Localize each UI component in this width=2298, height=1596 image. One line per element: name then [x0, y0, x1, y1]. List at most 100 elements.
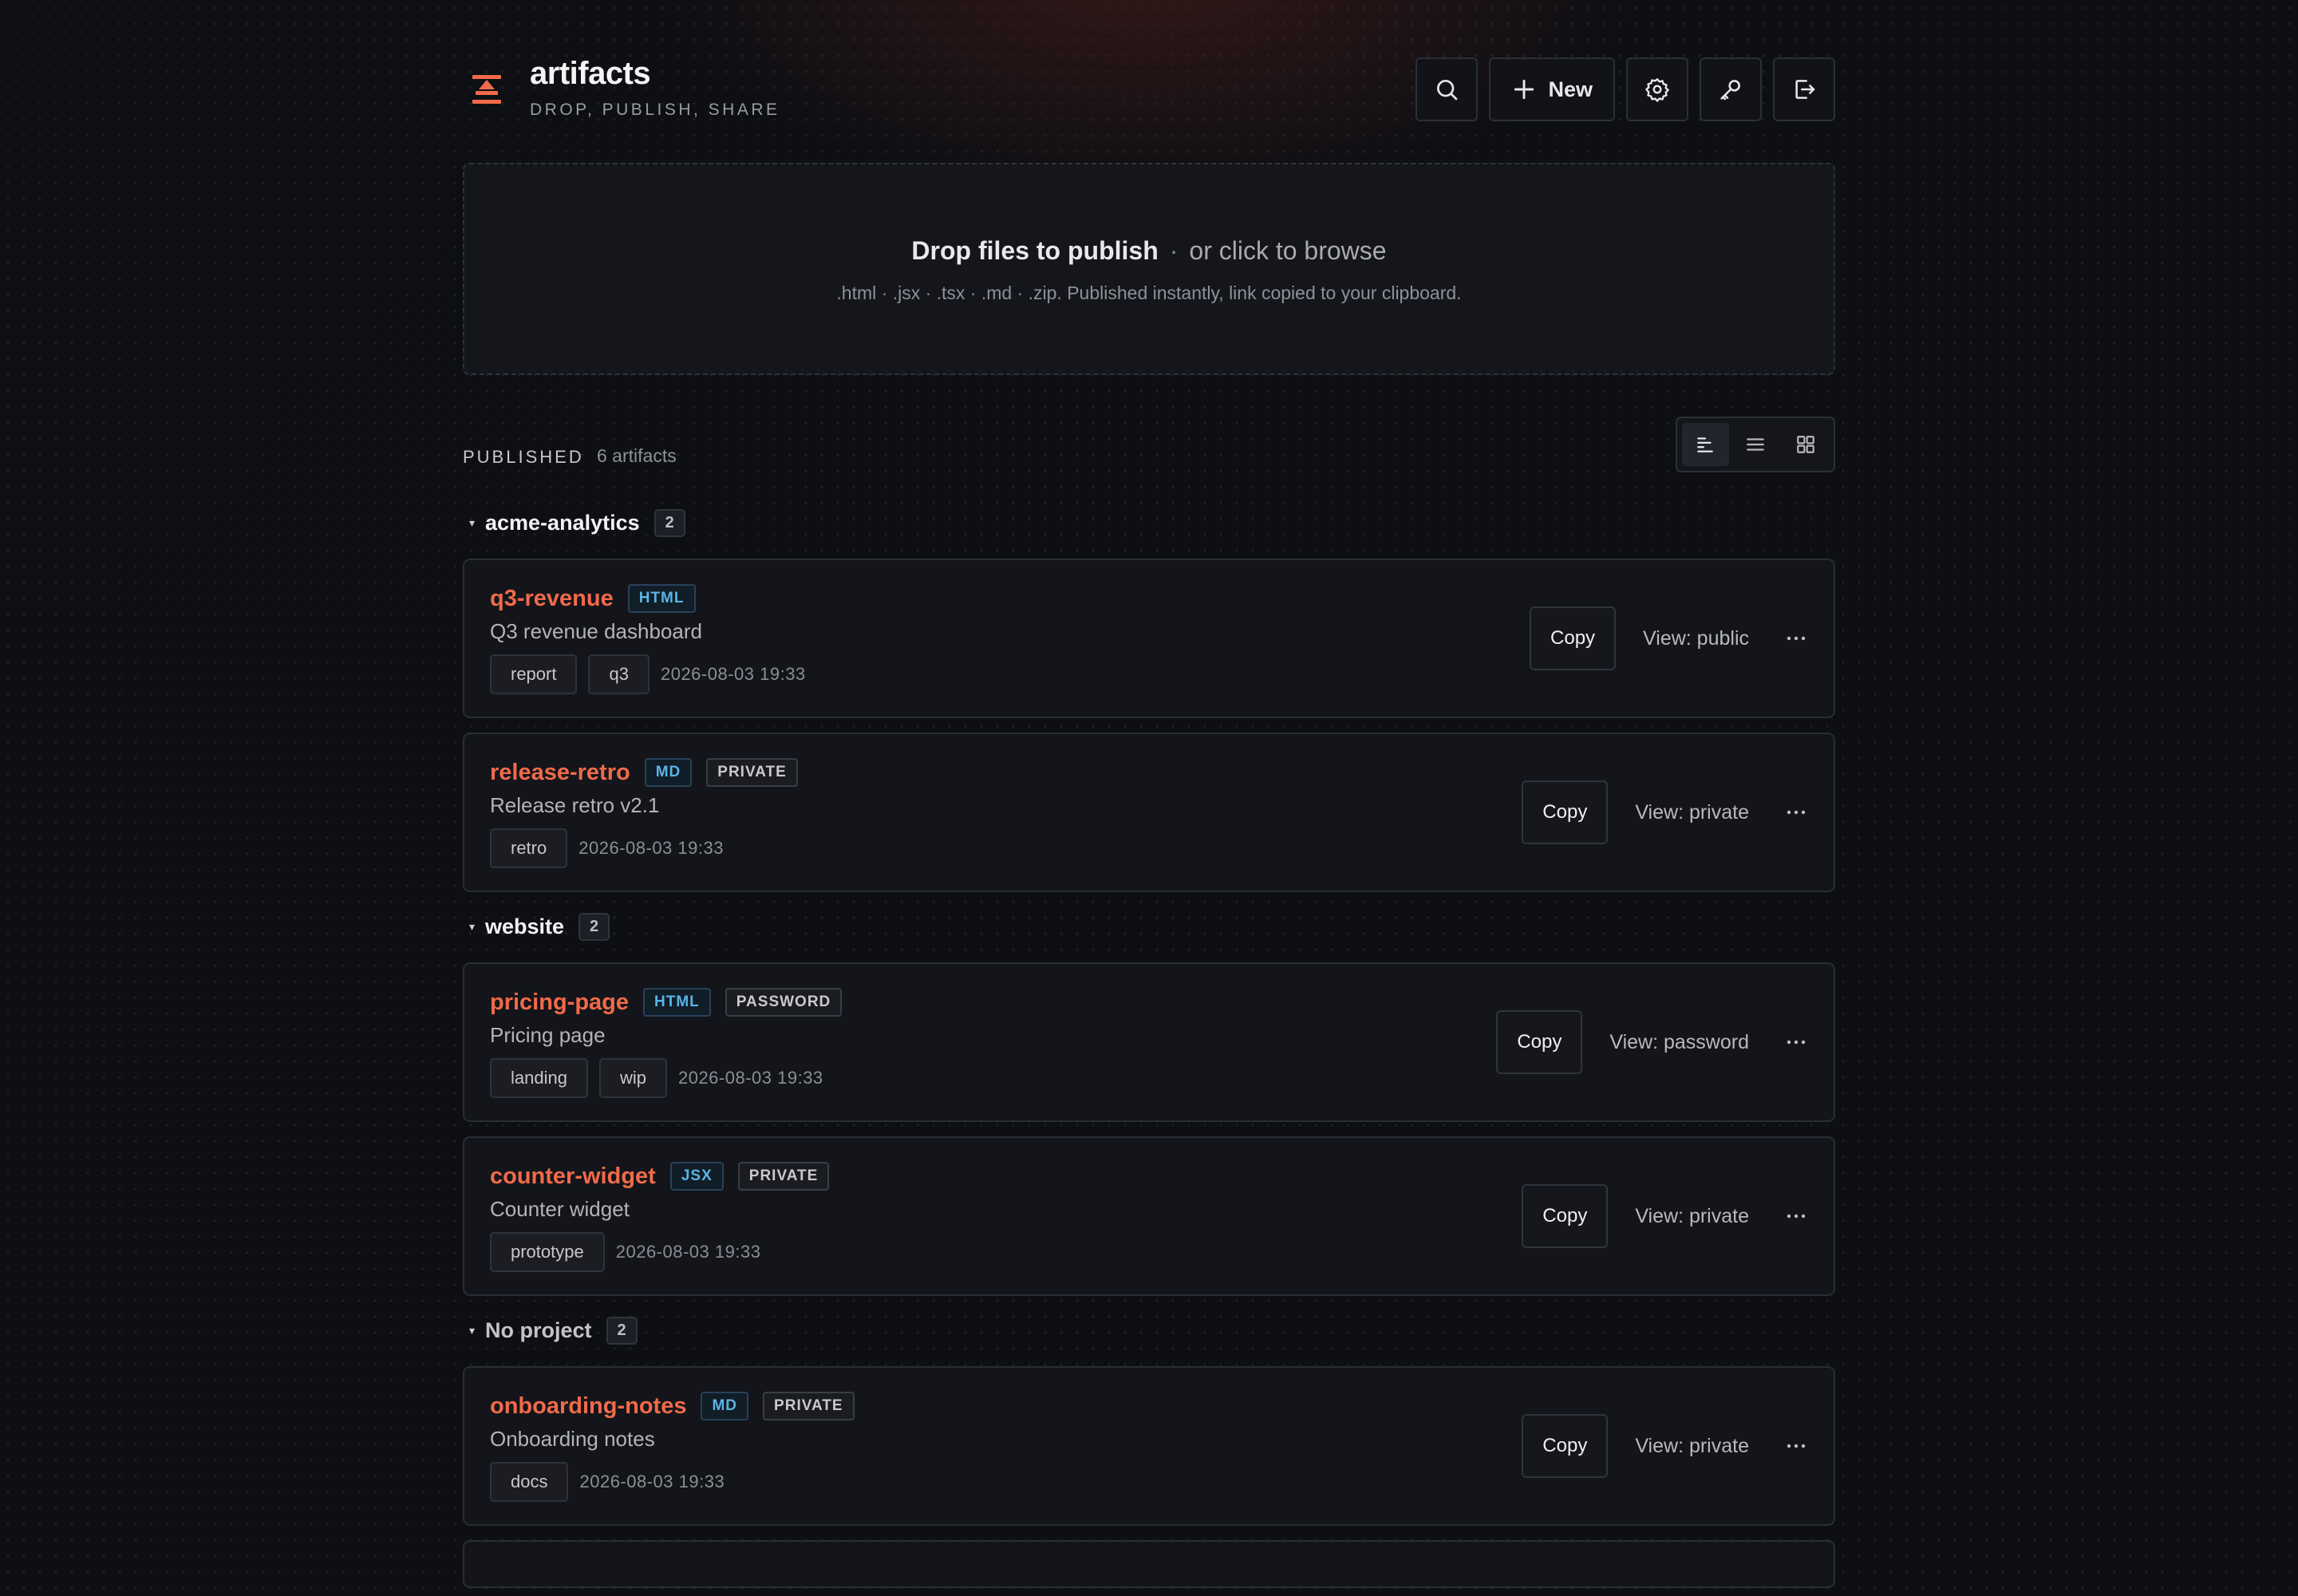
group-header[interactable]: ▾ website 2	[463, 907, 1835, 946]
view-visibility-button[interactable]: View: private	[1635, 1435, 1749, 1458]
published-bar: PUBLISHED 6 artifacts	[463, 375, 1835, 503]
artifact-meta-row: retro 2026-08-03 19:33	[490, 828, 724, 868]
view-visibility-button[interactable]: View: private	[1635, 801, 1749, 824]
group-count: 2	[606, 1316, 638, 1345]
artifact-title-row: release-retro MD PRIVATE	[490, 758, 798, 787]
artifact-card[interactable]: q3-revenue HTML Q3 revenue dashboard report…	[463, 559, 1835, 718]
visibility-badge: PRIVATE	[706, 758, 798, 787]
tag-chip[interactable]: wip	[598, 1058, 667, 1098]
artifact-name[interactable]: q3-revenue	[490, 586, 614, 612]
type-badge: MD	[701, 1392, 749, 1420]
visibility-badge: PASSWORD	[725, 988, 843, 1017]
artifact-card[interactable]: onboarding-notes MD PRIVATE Onboarding note…	[463, 1366, 1835, 1526]
visibility-badge: PRIVATE	[763, 1392, 855, 1420]
more-options-button[interactable]	[1784, 1039, 1808, 1045]
search-icon	[1437, 80, 1458, 101]
api-key-button[interactable]	[1700, 57, 1762, 121]
dropzone-title-line: Drop files to publish · or click to browse	[464, 236, 1834, 266]
dropzone-hint: .html · .jsx · .tsx · .md · .zip. Publis…	[836, 282, 1462, 303]
tag-chip[interactable]: landing	[490, 1058, 588, 1098]
group-header[interactable]: ▾ No project 2	[463, 1310, 1835, 1350]
artifact-meta-row: landing wip 2026-08-03 19:33	[490, 1058, 823, 1098]
view-grouped-button[interactable]	[1682, 423, 1729, 466]
view-visibility-button[interactable]: View: password	[1609, 1031, 1749, 1054]
artifact-meta-row: report q3 2026-08-03 19:33	[490, 654, 806, 694]
tag-chip[interactable]: report	[490, 654, 578, 694]
logout-button[interactable]	[1773, 57, 1835, 121]
group-name: No project	[485, 1317, 592, 1342]
artifact-timestamp: 2026-08-03 19:33	[660, 664, 806, 684]
artifact-title-row: onboarding-notes MD PRIVATE	[490, 1392, 855, 1420]
copy-link-button[interactable]: Copy	[1530, 606, 1617, 670]
copy-link-button[interactable]: Copy	[1522, 780, 1609, 844]
artifact-timestamp: 2026-08-03 19:33	[579, 1472, 725, 1491]
view-list-button[interactable]	[1732, 423, 1779, 466]
more-options-button[interactable]	[1784, 809, 1808, 816]
key-icon	[1720, 80, 1740, 101]
more-options-button[interactable]	[1784, 635, 1808, 642]
artifact-timestamp: 2026-08-03 19:33	[578, 838, 724, 858]
dropzone-title: Drop files to publish	[911, 236, 1159, 265]
artifact-card[interactable]: pricing-page HTML PASSWORD Pricing page land…	[463, 962, 1835, 1122]
copy-link-button[interactable]: Copy	[1496, 1010, 1583, 1074]
more-horizontal-icon	[1787, 1214, 1806, 1219]
app-title: artifacts	[530, 56, 651, 91]
artifact-name[interactable]: pricing-page	[490, 990, 629, 1016]
search-button[interactable]	[1416, 57, 1479, 121]
published-label: PUBLISHED	[463, 447, 584, 467]
tag-chip[interactable]: q3	[588, 654, 650, 694]
artifact-description: Counter widget	[490, 1197, 630, 1221]
artifact-groups: ▾ acme-analytics 2 q3-revenue HTML Q3 revenue…	[463, 503, 1835, 1588]
artifact-meta-row: docs 2026-08-03 19:33	[490, 1462, 725, 1502]
copy-link-button[interactable]: Copy	[1522, 1184, 1609, 1248]
logout-icon	[1795, 80, 1815, 99]
artifact-card-partial[interactable]	[463, 1540, 1835, 1588]
tag-chip[interactable]: docs	[490, 1462, 569, 1502]
type-badge: JSX	[669, 1162, 724, 1191]
tag-chip[interactable]: prototype	[490, 1232, 605, 1272]
view-visibility-button[interactable]: View: public	[1643, 627, 1749, 650]
artifact-actions: Copy View: private	[1522, 1368, 1808, 1524]
more-horizontal-icon	[1787, 1444, 1806, 1448]
more-horizontal-icon	[1787, 810, 1806, 815]
copy-link-button[interactable]: Copy	[1522, 1414, 1609, 1478]
header: artifacts DROP, PUBLISH, SHARE New	[463, 0, 1835, 163]
gear-icon	[1645, 78, 1669, 102]
artifact-title-row: pricing-page HTML PASSWORD	[490, 988, 843, 1017]
type-badge: HTML	[627, 584, 696, 613]
view-grid-button[interactable]	[1782, 423, 1829, 466]
artifact-name[interactable]: counter-widget	[490, 1163, 656, 1190]
settings-button[interactable]	[1626, 57, 1688, 121]
group-count: 2	[578, 912, 610, 941]
plus-icon	[1514, 79, 1534, 100]
group-name: acme-analytics	[485, 510, 640, 535]
caret-down-icon: ▾	[469, 516, 476, 529]
artifact-name[interactable]: onboarding-notes	[490, 1393, 686, 1420]
group-header[interactable]: ▾ acme-analytics 2	[463, 503, 1835, 543]
more-options-button[interactable]	[1784, 1213, 1808, 1219]
artifact-card[interactable]: counter-widget JSX PRIVATE Counter widget pr…	[463, 1136, 1835, 1296]
artifact-name[interactable]: release-retro	[490, 760, 630, 786]
grid-icon	[1796, 436, 1814, 453]
file-dropzone[interactable]: Drop files to publish · or click to browse…	[463, 163, 1835, 375]
artifact-actions: Copy View: private	[1522, 734, 1808, 891]
new-button-label: New	[1548, 77, 1593, 101]
view-visibility-button[interactable]: View: private	[1635, 1205, 1749, 1228]
tag-chip[interactable]: retro	[490, 828, 568, 868]
published-count: 6 artifacts	[597, 445, 677, 466]
more-horizontal-icon	[1787, 636, 1806, 641]
list-icon	[1747, 438, 1764, 451]
artifact-card[interactable]: release-retro MD PRIVATE Release retro v2.1…	[463, 733, 1835, 892]
artifact-actions: Copy View: password	[1496, 964, 1808, 1120]
group-count: 2	[653, 508, 685, 537]
caret-down-icon: ▾	[469, 1323, 476, 1337]
more-options-button[interactable]	[1784, 1443, 1808, 1449]
type-badge: MD	[644, 758, 693, 787]
visibility-badge: PRIVATE	[737, 1162, 830, 1191]
caret-down-icon: ▾	[469, 919, 476, 933]
artifact-timestamp: 2026-08-03 19:33	[615, 1242, 761, 1262]
artifact-title-row: q3-revenue HTML	[490, 584, 696, 613]
new-button[interactable]: New	[1489, 57, 1615, 121]
artifact-description: Q3 revenue dashboard	[490, 619, 702, 643]
artifact-description: Release retro v2.1	[490, 793, 660, 817]
